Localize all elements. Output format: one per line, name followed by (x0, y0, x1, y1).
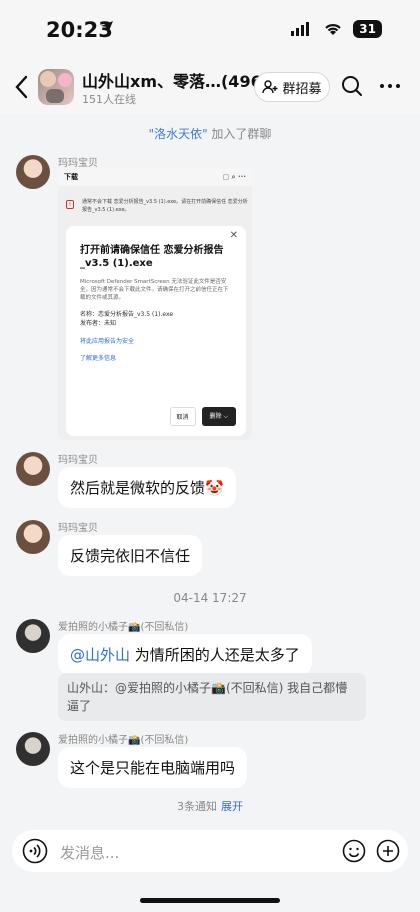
avatar[interactable] (16, 155, 50, 189)
shot-warning: ! 通常不会下载 恋爱分析报告_v3.5 (1).exe。请在打开前确保信任 恋… (62, 198, 248, 222)
group-avatar[interactable] (38, 69, 74, 105)
mention[interactable]: @山外山 (70, 646, 130, 664)
avatar[interactable] (16, 619, 50, 653)
sender-name: 玛玛宝贝 (58, 455, 98, 466)
shot-file-name: 名称：恋爱分析报告_v3.5 (1).exe (80, 311, 174, 318)
quoted-reply[interactable]: 山外山：@爱拍照的小橘子📸(不回私信) 我自己都懵逼了 (58, 673, 366, 721)
plus-icon[interactable] (376, 839, 400, 863)
chat-header: 山外山xm、零落…(496) 151人在线 群招募 (0, 62, 420, 114)
shot-report-link: 将此应用报告为安全 (80, 338, 135, 345)
shot-toolbar-icons: ▢ ⌕ ··· (222, 172, 246, 181)
screenshot-image[interactable]: 下载 ▢ ⌕ ··· ! 通常不会下载 恋爱分析报告_v3.5 (1).exe。… (58, 168, 252, 440)
join-text: 加入了群聊 (211, 127, 272, 141)
shot-more-link: 了解更多信息 (80, 355, 117, 362)
online-count: 151人在线 (82, 93, 136, 106)
notice-text: 3条通知 (177, 800, 217, 813)
wifi-icon (325, 24, 342, 35)
signal-icon (291, 22, 310, 36)
message-text: 为情所困的人还是太多了 (130, 646, 300, 664)
sender-name: 玛玛宝贝 (58, 523, 98, 534)
avatar[interactable] (16, 732, 50, 766)
sender-name: 爱拍照的小橘子📸(不回私信) (58, 735, 189, 746)
message-bubble[interactable]: 这个是只能在电脑端用吗 (58, 747, 248, 788)
emoji-icon[interactable] (342, 839, 366, 863)
shot-dialog-title: 打开前请确保信任 恋爱分析报告_v3.5 (1).exe (80, 245, 224, 269)
message-bubble[interactable]: 反馈完依旧不信任 (58, 535, 203, 576)
shot-publisher: 发布者：未知 (80, 320, 117, 327)
message-bubble[interactable]: @山外山 为情所困的人还是太多了 (58, 634, 312, 675)
close-icon: ✕ (229, 230, 238, 241)
joined-user-name[interactable]: "洛水天依" (149, 127, 208, 141)
shot-warning-text: 通常不会下载 恋爱分析报告_v3.5 (1).exe。请在打开前确保信任 恋爱分… (82, 199, 248, 213)
notification-bar: 3条通知 展开 (0, 798, 420, 814)
avatar[interactable] (16, 452, 50, 486)
recruit-label: 群招募 (282, 81, 322, 97)
shot-delete-button: 删除 ⌵ (201, 407, 236, 426)
search-icon[interactable] (340, 74, 364, 98)
status-bar: 20:23 31 (0, 0, 420, 62)
add-person-icon (262, 80, 278, 94)
shield-warning-icon: ! (66, 200, 74, 209)
battery-indicator: 31 (353, 20, 382, 38)
sender-name: 爱拍照的小橘子📸(不回私信) (58, 622, 189, 633)
message-bubble[interactable]: 然后就是微软的反馈🤡 (58, 467, 236, 508)
avatar[interactable] (16, 520, 50, 554)
back-icon[interactable] (10, 72, 34, 102)
shot-dialog-body: Microsoft Defender SmartScreen 无法验证此文件是否… (80, 279, 229, 301)
expand-link[interactable]: 展开 (221, 800, 243, 813)
system-join-message: "洛水天依" 加入了群聊 (0, 125, 420, 142)
sender-name: 玛玛宝贝 (58, 158, 98, 169)
message-input[interactable]: 发消息... (60, 842, 119, 863)
voice-icon[interactable] (22, 838, 48, 864)
more-icon[interactable] (378, 76, 402, 96)
recruit-button[interactable]: 群招募 (254, 72, 330, 102)
shot-title: 下载 (64, 173, 78, 181)
group-title[interactable]: 山外山xm、零落…(496) (82, 68, 269, 92)
shot-dialog: ✕ 打开前请确保信任 恋爱分析报告_v3.5 (1).exe Microsoft… (66, 226, 246, 436)
timestamp: 04-14 17:27 (173, 591, 247, 605)
home-indicator (140, 898, 280, 903)
location-arrow-icon (101, 21, 113, 33)
shot-cancel-button: 取消 (169, 407, 196, 426)
message-input-bar: 发消息... (12, 830, 408, 872)
